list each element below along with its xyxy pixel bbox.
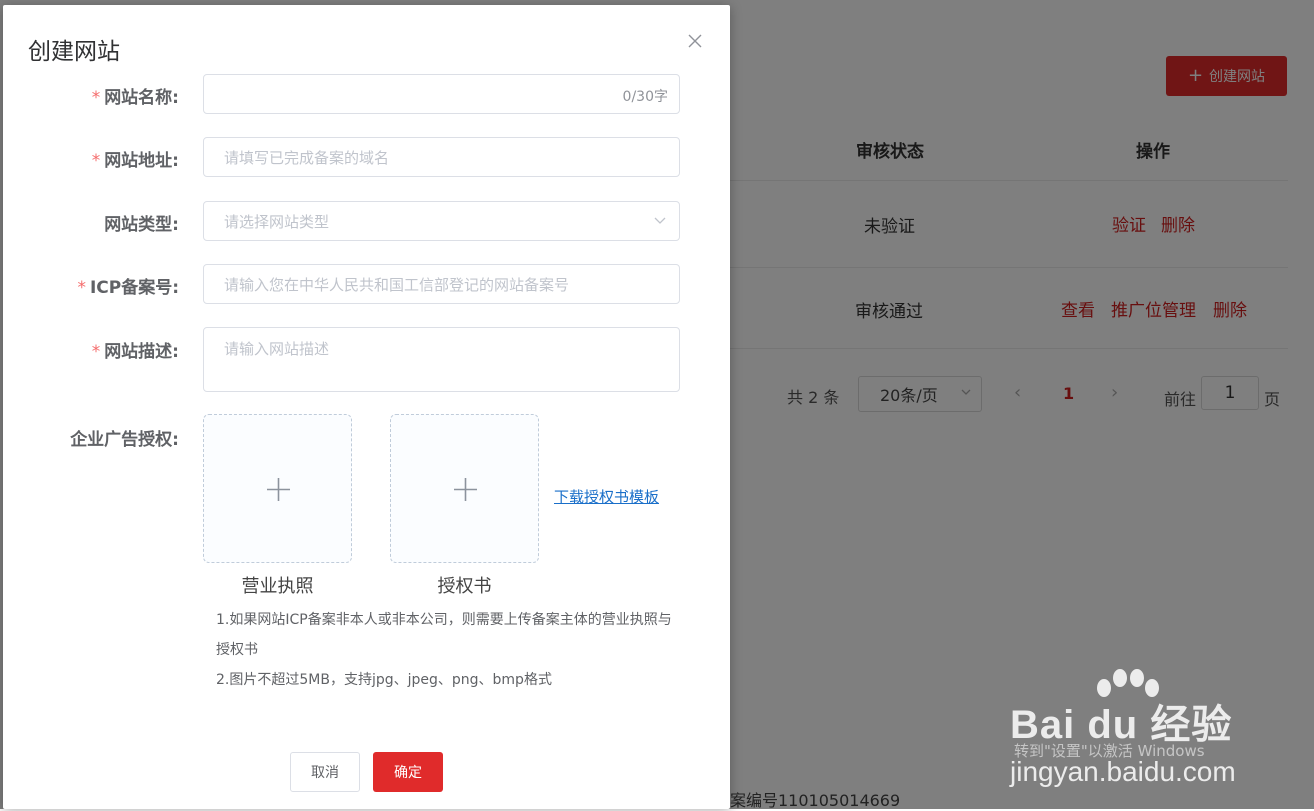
required-mark: * xyxy=(77,278,86,298)
authorization-label: 企业广告授权: xyxy=(70,430,179,450)
required-mark: * xyxy=(91,342,101,362)
icp-label-text: ICP备案号: xyxy=(89,278,179,298)
site-type-label: 网站类型: xyxy=(104,215,179,235)
watermark-url: jingyan.baidu.com xyxy=(1010,756,1236,787)
site-type-placeholder: 请选择网站类型 xyxy=(224,212,330,231)
icp-placeholder: 请输入您在中华人民共和国工信部登记的网站备案号 xyxy=(224,275,570,294)
site-url-label: * 网站地址: xyxy=(92,146,179,171)
plus-icon xyxy=(454,478,477,501)
site-name-input[interactable]: 0/30字 xyxy=(203,74,680,114)
site-url-input[interactable]: 请填写已完成备案的域名 xyxy=(203,137,680,177)
required-mark: * xyxy=(91,88,101,108)
dialog-title: 创建网站 xyxy=(28,39,120,65)
close-icon[interactable] xyxy=(686,32,704,50)
authorization-letter-caption: 授权书 xyxy=(437,576,492,597)
description-label: * 网站描述: xyxy=(92,337,179,362)
baidu-watermark: Bai du 经验 转到"设置"以激活 Windows jingyan.baid… xyxy=(1010,668,1250,788)
icp-input[interactable]: 请输入您在中华人民共和国工信部登记的网站备案号 xyxy=(203,264,680,304)
description-label-text: 网站描述: xyxy=(104,342,179,362)
confirm-button[interactable]: 确定 xyxy=(373,752,443,792)
icp-label: * ICP备案号: xyxy=(77,273,179,298)
chevron-down-icon xyxy=(654,217,666,224)
site-url-placeholder: 请填写已完成备案的域名 xyxy=(224,148,390,167)
site-url-label-text: 网站地址: xyxy=(104,151,179,171)
site-name-label: * 网站名称: xyxy=(92,83,179,108)
description-placeholder: 请输入网站描述 xyxy=(224,340,330,358)
cancel-button[interactable]: 取消 xyxy=(290,752,360,792)
authorization-letter-upload[interactable] xyxy=(390,414,539,563)
upload-note-2: 2.图片不超过5MB，支持jpg、jpeg、png、bmp格式 xyxy=(216,672,552,688)
create-site-dialog: 创建网站 * 网站名称: 0/30字 * 网站地址: 请填写已完成备案的域名 网站类… xyxy=(3,5,730,809)
description-textarea[interactable]: 请输入网站描述 xyxy=(203,327,680,392)
upload-note-1: 1.如果网站ICP备案非本人或非本公司，则需要上传备案主体的营业执照与授权书 xyxy=(216,612,672,658)
business-license-upload[interactable] xyxy=(203,414,352,563)
download-template-link[interactable]: 下载授权书模板 xyxy=(554,486,659,507)
business-license-caption: 营业执照 xyxy=(241,576,314,597)
plus-icon xyxy=(267,478,290,501)
char-counter: 0/30字 xyxy=(622,89,668,105)
site-type-select[interactable]: 请选择网站类型 xyxy=(203,201,680,241)
required-mark: * xyxy=(91,151,101,171)
site-name-label-text: 网站名称: xyxy=(104,88,179,108)
